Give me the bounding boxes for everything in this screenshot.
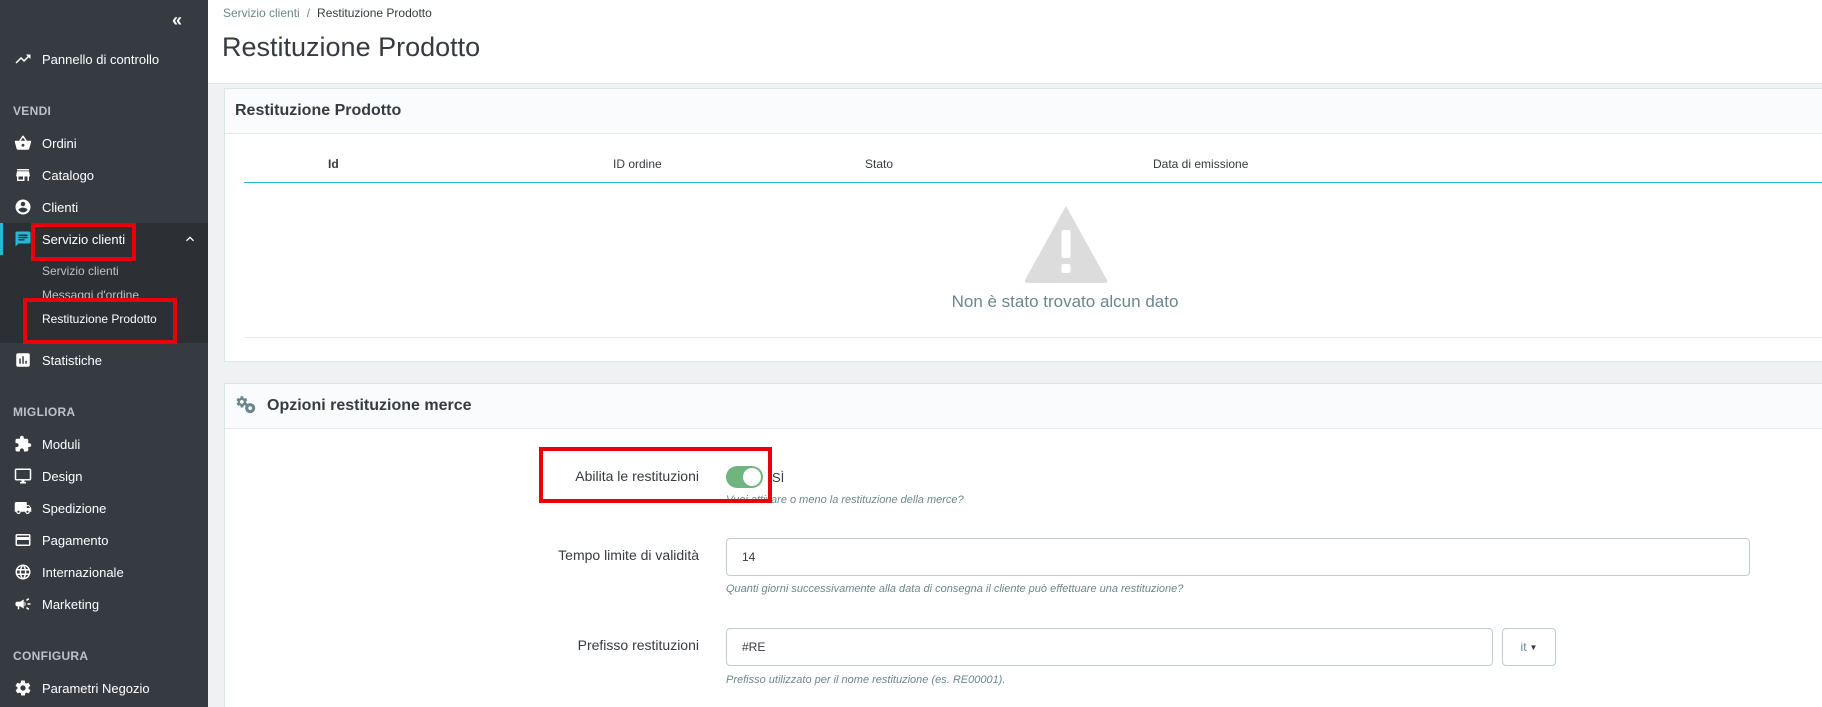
submenu-item-order-messages[interactable]: Messaggi d'ordine (42, 288, 139, 302)
collapse-sidebar-icon[interactable]: « (172, 10, 188, 30)
cogs-icon (225, 393, 257, 420)
sidebar-item-label: Catalogo (42, 167, 95, 183)
sidebar-item-shop-params[interactable]: Parametri Negozio (0, 672, 208, 704)
column-header-status[interactable]: Stato (865, 157, 893, 171)
sidebar-item-orders[interactable]: Ordini (0, 127, 208, 159)
sidebar-item-payment[interactable]: Pagamento (0, 524, 208, 556)
switch-knob (743, 468, 761, 486)
column-header-id[interactable]: Id (328, 157, 339, 171)
submenu-item-customer-service[interactable]: Servizio clienti (42, 264, 119, 278)
table-header-divider (244, 182, 1822, 183)
time-limit-input[interactable] (726, 538, 1750, 576)
returns-list-panel: Restituzione Prodotto Id ID ordine Stato… (224, 88, 1822, 362)
account-circle-icon (13, 197, 33, 217)
puzzle-icon (13, 434, 33, 454)
enable-returns-state: SÌ (772, 470, 785, 485)
sidebar-item-label: Marketing (42, 596, 100, 612)
sidebar-item-label: Clienti (42, 199, 79, 215)
sidebar-item-customer-service[interactable]: Servizio clienti (0, 223, 208, 255)
bar-chart-icon (13, 350, 33, 370)
sidebar-item-label: Pannello di controllo (42, 51, 160, 67)
sidebar: « Pannello di controllo VENDI Ordini Cat… (0, 0, 208, 707)
gear-icon (13, 678, 33, 698)
breadcrumb-parent[interactable]: Servizio clienti (223, 6, 300, 20)
panel-title: Opzioni restituzione merce (267, 397, 472, 414)
section-title-configure: CONFIGURA (13, 649, 89, 663)
sidebar-item-customers[interactable]: Clienti (0, 191, 208, 223)
sidebar-item-stats[interactable]: Statistiche (0, 344, 208, 376)
returns-prefix-label: Prefisso restituzioni (577, 637, 699, 653)
enable-returns-switch[interactable] (726, 466, 763, 488)
returns-prefix-help: Prefisso utilizzato per il nome restituz… (726, 674, 1006, 686)
submenu-item-product-returns[interactable]: Restituzione Prodotto (42, 312, 157, 326)
column-header-order-id[interactable]: ID ordine (613, 157, 662, 171)
sidebar-item-international[interactable]: Internazionale (0, 556, 208, 588)
panel-header: Restituzione Prodotto (225, 89, 1822, 134)
megaphone-icon (13, 594, 33, 614)
warning-icon (1024, 206, 1108, 283)
caret-down-icon: ▼ (1529, 642, 1538, 652)
globe-icon (13, 562, 33, 582)
sidebar-item-label: Pagamento (42, 532, 109, 548)
sidebar-item-modules[interactable]: Moduli (0, 428, 208, 460)
language-code: it (1520, 640, 1527, 654)
page-title: Restituzione Prodotto (222, 32, 481, 62)
active-indicator (0, 223, 3, 255)
chat-icon (13, 229, 33, 249)
shopping-basket-icon (13, 133, 33, 153)
sidebar-item-catalog[interactable]: Catalogo (0, 159, 208, 191)
section-title-sell: VENDI (13, 104, 52, 118)
chevron-up-icon[interactable] (182, 231, 198, 247)
credit-card-icon (13, 530, 33, 550)
empty-state-message: Non è stato trovato alcun dato (951, 292, 1179, 311)
table-footer-divider (244, 337, 1822, 338)
sidebar-item-dashboard[interactable]: Pannello di controllo (0, 43, 208, 75)
monitor-icon (13, 466, 33, 486)
sidebar-item-label: Statistiche (42, 352, 102, 368)
breadcrumb: Servizio clienti / Restituzione Prodotto (223, 6, 432, 20)
sidebar-item-label: Ordini (42, 135, 77, 151)
column-header-issue-date[interactable]: Data di emissione (1153, 157, 1248, 171)
sidebar-item-marketing[interactable]: Marketing (0, 588, 208, 620)
sidebar-item-label: Spedizione (42, 500, 107, 516)
sidebar-item-shipping[interactable]: Spedizione (0, 492, 208, 524)
store-icon (13, 165, 33, 185)
truck-icon (13, 498, 33, 518)
language-dropdown-button[interactable]: it ▼ (1502, 628, 1556, 666)
enable-returns-label: Abilita le restituzioni (575, 468, 699, 484)
breadcrumb-separator: / (306, 6, 311, 20)
section-title-improve: MIGLIORA (13, 405, 76, 419)
returns-prefix-input[interactable] (726, 628, 1493, 666)
panel-title: Restituzione Prodotto (235, 102, 402, 119)
trending-up-icon (13, 49, 33, 69)
time-limit-help: Quanti giorni successivamente alla data … (726, 583, 1184, 595)
panel-header: Opzioni restituzione merce (225, 384, 1822, 429)
sidebar-item-label: Moduli (42, 436, 81, 452)
page-header: Servizio clienti / Restituzione Prodotto R… (208, 0, 1822, 84)
sidebar-item-design[interactable]: Design (0, 460, 208, 492)
customer-service-submenu: Servizio clienti Messaggi d'ordine Resti… (0, 255, 208, 343)
breadcrumb-current: Restituzione Prodotto (317, 6, 432, 20)
sidebar-item-label: Servizio clienti (42, 231, 126, 247)
sidebar-item-label: Design (42, 468, 83, 484)
time-limit-label: Tempo limite di validità (558, 547, 699, 563)
sidebar-item-label: Parametri Negozio (42, 680, 150, 696)
sidebar-item-label: Internazionale (42, 564, 124, 580)
return-options-panel: Opzioni restituzione merce Abilita le re… (224, 383, 1822, 707)
enable-returns-help: Vuoi attivare o meno la restituzione del… (726, 494, 964, 506)
